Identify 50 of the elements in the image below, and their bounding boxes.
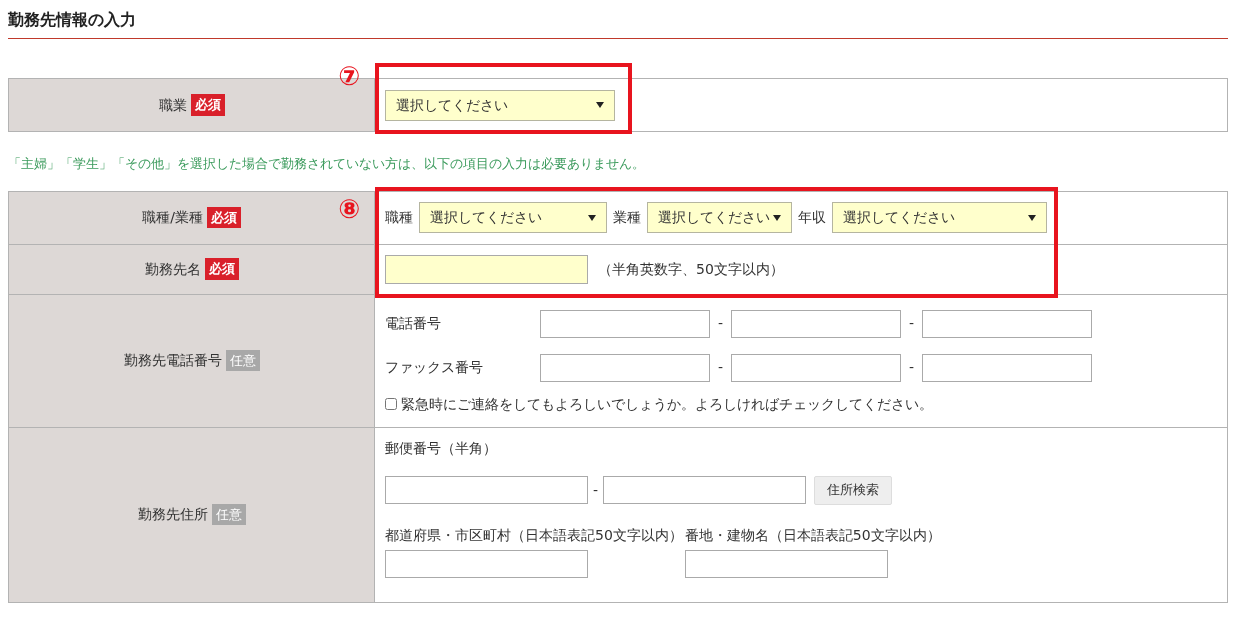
badge: 任意 xyxy=(211,503,246,526)
input-field[interactable] xyxy=(731,309,901,338)
field-label: 都道府県・市区町村（日本語表記50文字以内） xyxy=(385,525,683,545)
separator: - xyxy=(907,358,916,377)
field-label: ファックス番号 xyxy=(385,358,484,377)
caret-icon xyxy=(773,214,781,221)
separator: - xyxy=(716,358,725,377)
input-field[interactable] xyxy=(385,254,588,284)
input-field[interactable] xyxy=(540,309,710,338)
hint-text: （半角英数字、50文字以内） xyxy=(598,259,784,279)
input-field[interactable] xyxy=(385,549,588,578)
field-label: 郵便番号（半角） xyxy=(385,438,498,458)
separator: - xyxy=(907,314,916,333)
input-field[interactable] xyxy=(684,549,888,578)
checkbox-label: 緊急時にご連絡をしてもよろしいでしょうか。よろしければチェックしてください。 xyxy=(401,394,933,414)
step-number: ⑧ xyxy=(338,196,360,222)
badge: 必須 xyxy=(206,206,241,229)
separator: - xyxy=(591,480,600,500)
address-search-button[interactable]: 住所検索 xyxy=(814,475,892,505)
caret-icon xyxy=(596,102,604,108)
row-label: 勤務先住所 xyxy=(137,505,208,524)
row-label: 職業 xyxy=(158,95,187,115)
section-heading: 勤務先情報の入力 xyxy=(8,9,137,31)
checkbox[interactable] xyxy=(385,398,397,410)
field-label: 職種 xyxy=(385,208,413,227)
row-label: 職種/業種 xyxy=(142,208,203,227)
field-label: 業種 xyxy=(613,208,641,227)
input-field[interactable] xyxy=(922,353,1092,382)
badge: 任意 xyxy=(225,349,260,372)
badge: 必須 xyxy=(190,94,225,116)
step-number: ⑦ xyxy=(338,63,360,89)
dropdown[interactable]: 選択してください xyxy=(385,89,615,121)
caret-icon xyxy=(588,214,596,221)
field-label: 電話番号 xyxy=(385,314,442,333)
input-field[interactable] xyxy=(922,309,1092,338)
dropdown[interactable]: 選択してください xyxy=(647,202,792,233)
field-label: 年収 xyxy=(798,208,826,227)
row-label: 勤務先電話番号 xyxy=(123,351,222,370)
dropdown[interactable]: 選択してください xyxy=(419,202,607,233)
dropdown[interactable]: 選択してください xyxy=(832,202,1047,233)
input-field[interactable] xyxy=(385,476,588,504)
note-text: 「主婦」「学生」「その他」を選択した場合で勤務されていない方は、以下の項目の入力は必要ありません。 xyxy=(8,155,646,173)
field-label: 番地・建物名（日本語表記50文字以内） xyxy=(684,525,941,545)
input-field[interactable] xyxy=(540,353,710,382)
row-label: 勤務先名 xyxy=(144,259,201,279)
input-field[interactable] xyxy=(603,476,806,504)
caret-icon xyxy=(1028,214,1036,221)
badge: 必須 xyxy=(204,258,239,280)
input-field[interactable] xyxy=(731,353,901,382)
separator: - xyxy=(716,314,725,333)
